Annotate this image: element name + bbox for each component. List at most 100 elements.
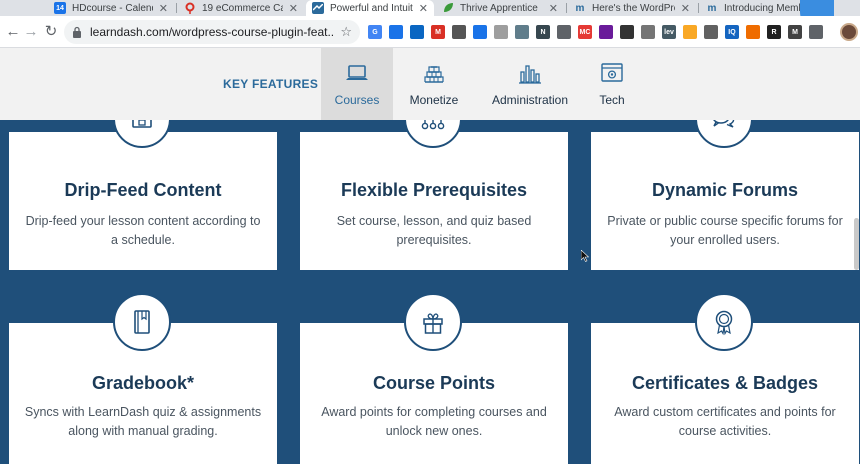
icon-badge <box>404 293 462 351</box>
avatar[interactable] <box>840 23 858 41</box>
globe-icon[interactable] <box>515 25 529 39</box>
browser-tab[interactable]: m Here's the WordPre ✕ <box>568 0 696 16</box>
mouse-cursor-icon <box>581 250 589 262</box>
leaf-icon <box>442 2 454 14</box>
address-bar[interactable]: learndash.com/wordpress-course-plugin-fe… <box>64 20 360 44</box>
features-section: Drip-Feed Content Drip-feed your lesson … <box>0 120 860 464</box>
tab-label: Courses <box>334 93 380 107</box>
award-icon <box>715 310 733 336</box>
feature-card: Gradebook* Syncs with LearnDash quiz & a… <box>9 293 277 464</box>
tab-title: Introducing Membe <box>724 2 803 14</box>
tab-administration[interactable]: Administration <box>483 48 577 120</box>
feature-title: Certificates & Badges <box>631 373 819 393</box>
chat-bubbles-icon <box>713 120 735 128</box>
m-icon: m <box>575 2 585 14</box>
mc-icon[interactable]: MC <box>578 25 592 39</box>
feature-title: Course Points <box>372 373 496 393</box>
laptop-icon <box>346 65 368 80</box>
bricks-icon <box>424 66 444 83</box>
outlook-icon[interactable] <box>410 25 424 39</box>
lev-icon[interactable]: lev <box>662 25 676 39</box>
feature-description: Award points for completing courses and … <box>321 405 547 438</box>
browser-tab-strip: 14 HDcourse - Calend ✕ 19 eCommerce Ca ✕… <box>0 0 860 16</box>
frame-icon[interactable] <box>704 25 718 39</box>
monitor-icon[interactable] <box>557 25 571 39</box>
calendar-badge-icon[interactable] <box>473 25 487 39</box>
tag-icon[interactable] <box>746 25 760 39</box>
sheet-icon[interactable] <box>620 25 634 39</box>
m-ext-icon[interactable]: M <box>788 25 802 39</box>
calendar-icon: 14 <box>54 2 66 14</box>
icon-badge <box>113 293 171 351</box>
m-icon: m <box>707 2 717 14</box>
icon-badge <box>113 120 171 148</box>
r-icon[interactable]: R <box>767 25 781 39</box>
tab-title: 19 eCommerce Ca <box>202 2 283 14</box>
notion-icon[interactable]: N <box>536 25 550 39</box>
close-icon[interactable]: ✕ <box>159 2 168 15</box>
feature-title: Flexible Prerequisites <box>340 180 528 200</box>
feature-card: Drip-Feed Content Drip-feed your lesson … <box>9 120 277 270</box>
tab-label: Monetize <box>409 93 459 107</box>
gmail-icon[interactable]: M <box>431 25 445 39</box>
key-features-label: KEY FEATURES <box>223 77 319 91</box>
camera-icon[interactable] <box>641 25 655 39</box>
iq-icon[interactable]: IQ <box>725 25 739 39</box>
feature-card: Flexible Prerequisites Set course, lesso… <box>300 120 568 270</box>
icon-badge <box>695 293 753 351</box>
clipboard-icon[interactable] <box>452 25 466 39</box>
pin-icon <box>184 2 196 14</box>
notebook-icon <box>134 310 150 334</box>
browser-tab-active[interactable]: Powerful and Intuit ✕ <box>306 0 434 16</box>
circle-icon[interactable] <box>494 25 508 39</box>
icon-badge <box>695 120 753 148</box>
tab-title: Powerful and Intuit <box>330 2 413 14</box>
key-features-nav: KEY FEATURES Courses Monetize Administra… <box>0 48 860 120</box>
tab-label: Administration <box>491 93 569 107</box>
tab-title: HDcourse - Calend <box>72 2 153 14</box>
docs-badge-icon[interactable] <box>389 25 403 39</box>
browser-tab[interactable]: 19 eCommerce Ca ✕ <box>178 0 304 16</box>
tab-separator <box>566 3 567 13</box>
feature-card: Certificates & Badges Award custom certi… <box>591 293 859 464</box>
hierarchy-icon <box>421 120 445 130</box>
close-icon[interactable]: ✕ <box>289 2 298 15</box>
puzzle-icon[interactable] <box>809 25 823 39</box>
feature-description: Private or public course specific forums… <box>607 214 843 247</box>
bookmark-star-icon[interactable]: ☆ <box>340 24 352 40</box>
honey-icon[interactable] <box>683 25 697 39</box>
back-icon[interactable]: ← <box>4 23 22 41</box>
feature-description: Drip-feed your lesson content according … <box>25 214 261 247</box>
tab-tech[interactable]: Tech <box>584 48 640 120</box>
browser-toolbar: ← → ↻ learndash.com/wordpress-course-plu… <box>0 16 860 48</box>
bar-chart-icon <box>519 65 541 84</box>
forward-icon[interactable]: → <box>22 23 40 41</box>
icon-badge <box>404 120 462 148</box>
tab-monetize[interactable]: Monetize <box>398 48 470 120</box>
tab-separator <box>176 3 177 13</box>
translate-icon[interactable]: G <box>368 25 382 39</box>
feature-title: Gradebook* <box>91 373 195 393</box>
settings-window-icon <box>601 63 623 82</box>
feature-description: Award custom certificates and points for… <box>614 405 836 438</box>
close-icon[interactable]: ✕ <box>419 2 428 15</box>
browser-tab[interactable]: Thrive Apprentice ✕ <box>436 0 564 16</box>
close-icon[interactable]: ✕ <box>681 2 690 15</box>
reload-icon[interactable]: ↻ <box>42 23 60 41</box>
feature-description: Syncs with LearnDash quiz & assignments … <box>24 405 262 438</box>
tab-courses[interactable]: Courses <box>321 48 393 120</box>
tab-separator <box>698 3 699 13</box>
recording-overlay-icon <box>800 0 834 16</box>
feature-title: Dynamic Forums <box>651 180 799 200</box>
gift-icon <box>423 313 443 334</box>
close-icon[interactable]: ✕ <box>549 2 558 15</box>
feature-card: Course Points Award points for completin… <box>300 293 568 464</box>
badge-icon[interactable] <box>599 25 613 39</box>
feature-card: Dynamic Forums Private or public course … <box>591 120 859 270</box>
lock-calendar-icon <box>132 120 152 128</box>
url-text: learndash.com/wordpress-course-plugin-fe… <box>90 25 335 39</box>
feature-title: Drip-Feed Content <box>64 180 222 200</box>
browser-tab[interactable]: 14 HDcourse - Calend ✕ <box>48 0 174 16</box>
learndash-icon <box>312 2 324 14</box>
scrollbar-thumb[interactable] <box>854 218 859 270</box>
